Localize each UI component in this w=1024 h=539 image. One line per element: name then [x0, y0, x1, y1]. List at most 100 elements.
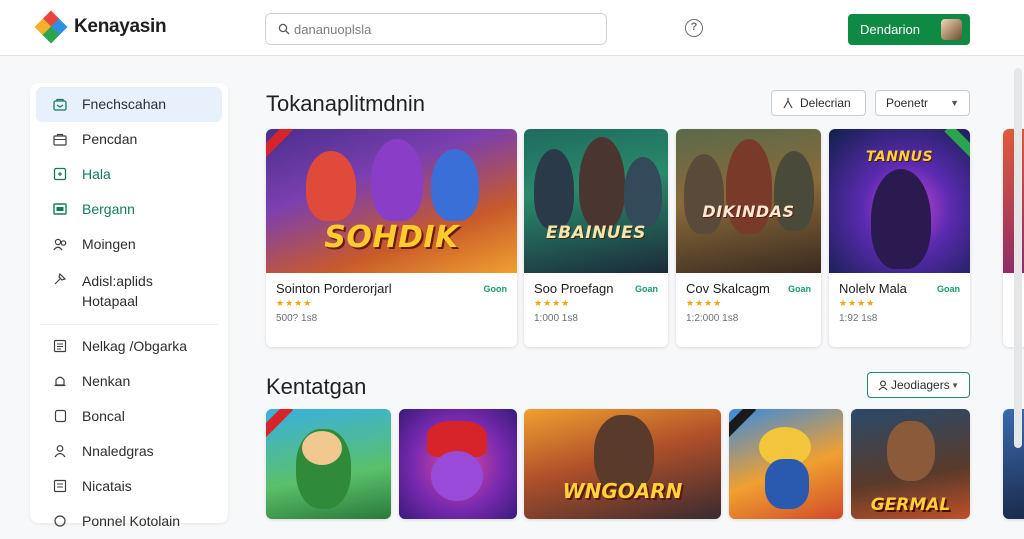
filter-button-label: Delecrian — [800, 96, 851, 110]
sidebar-item-3[interactable]: Bergann — [36, 192, 222, 227]
sidebar-item-2[interactable]: Hala — [36, 157, 222, 192]
character-art — [431, 451, 483, 501]
sidebar-item-10[interactable]: Nicatais — [36, 469, 222, 504]
section-title-featured: Kentatgan — [266, 374, 367, 399]
download-button[interactable]: Dendarion — [848, 14, 970, 45]
person-icon — [52, 443, 68, 459]
sidebar-item-label: Nelkag /Obgarka — [82, 338, 188, 354]
sidebar-item-label: Pencdan — [82, 131, 138, 147]
sidebar-item-4[interactable]: Moingen — [36, 227, 222, 262]
sidebar-item-11[interactable]: Ponnel Kotolain — [36, 504, 222, 539]
sidebar: Fnechscahan Pencdan Hala Bergann Moingen… — [30, 83, 228, 529]
art-title: DIKINDAS — [702, 202, 795, 221]
app-name: Cov Skalcagm — [686, 281, 770, 296]
sidebar-item-5[interactable]: Adisl:aplids Hotapaal — [36, 262, 222, 320]
app-artwork: SOHDIK — [266, 129, 517, 273]
sidebar-item-label: Nnaledgras — [82, 443, 154, 459]
status-badge: Goan — [787, 283, 811, 294]
rating-stars: ★★★★ — [534, 298, 571, 308]
art-title: GERMAL — [870, 495, 951, 515]
store-icon — [52, 96, 68, 112]
app-card[interactable]: TANNUS Nolelv Mala Goan ★★★★ 1:92 1s8 — [829, 129, 970, 347]
app-name: Kenayasin — [74, 16, 167, 37]
rating-stars: ★★★★ — [686, 298, 723, 308]
art-title: TANNUS — [865, 149, 934, 165]
sort-dropdown[interactable]: Poenetr ▼ — [875, 90, 970, 116]
sidebar-item-label: Moingen — [82, 236, 136, 252]
game-card[interactable] — [729, 409, 843, 519]
ribbon-badge — [266, 409, 294, 442]
app-artwork: TANNUS — [829, 129, 970, 273]
search-icon — [278, 23, 290, 35]
divider — [40, 324, 218, 325]
ribbon-badge — [266, 129, 294, 162]
character-art — [684, 154, 724, 234]
art-title: EBAINUES — [546, 223, 646, 243]
settings-icon — [52, 513, 68, 529]
sidebar-item-0[interactable]: Fnechscahan — [36, 87, 222, 122]
app-card[interactable]: EBAINUES Soo Proefagn Goan ★★★★ 1:000 1s… — [524, 129, 668, 347]
character-art — [302, 431, 342, 465]
scrollbar[interactable] — [1014, 68, 1022, 448]
download-button-label: Dendarion — [860, 22, 920, 37]
sidebar-item-6[interactable]: Nelkag /Obgarka — [36, 329, 222, 364]
sidebar-item-label: Nenkan — [82, 373, 131, 389]
character-art — [871, 169, 931, 269]
app-card[interactable]: SOHDIK Sointon Porderorjarl Goon ★★★★ 50… — [266, 129, 517, 347]
logo-icon — [34, 10, 68, 44]
status-badge: Goan — [936, 283, 960, 294]
sidebar-item-label: Fnechscahan — [82, 96, 167, 112]
download-count: 1:2:000 1s8 — [686, 313, 739, 324]
character-art — [624, 157, 662, 227]
ribbon-badge — [729, 409, 757, 442]
game-card[interactable]: WNGOARN — [524, 409, 721, 519]
character-art — [371, 139, 423, 221]
filter-button[interactable]: Delecrian — [771, 90, 866, 116]
filter-icon — [783, 98, 793, 109]
game-card[interactable] — [266, 409, 391, 519]
character-art — [579, 137, 625, 229]
rating-stars: ★★★★ — [839, 298, 876, 308]
sidebar-item-1[interactable]: Pencdan — [36, 122, 222, 157]
app-artwork: EBAINUES — [524, 129, 668, 273]
sidebar-item-label: Nicatais — [82, 478, 132, 494]
gamepad-icon — [52, 166, 68, 182]
avatar[interactable] — [941, 19, 962, 40]
game-card[interactable] — [399, 409, 517, 519]
sidebar-item-8[interactable]: Boncal — [36, 399, 222, 434]
download-count: 1:92 1s8 — [839, 313, 878, 324]
search-bar[interactable] — [265, 13, 607, 45]
sort-dropdown-label: Poenetr — [886, 96, 929, 110]
app-artwork: DIKINDAS — [676, 129, 821, 273]
app-name: Nolelv Mala — [839, 281, 907, 296]
list-icon — [52, 478, 68, 494]
question-icon[interactable]: ? — [685, 19, 703, 37]
app-card[interactable]: DIKINDAS Cov Skalcagm Goan ★★★★ 1:2:000 … — [676, 129, 821, 347]
people-icon — [52, 236, 68, 252]
section-title-top-apps: Tokanaplitmdnin — [266, 91, 425, 116]
sidebar-item-7[interactable]: Nenkan — [36, 364, 222, 399]
tablet-icon — [52, 201, 68, 217]
character-art — [306, 151, 356, 221]
download-count: 500? 1s8 — [276, 313, 318, 324]
top-bar: Kenayasin ? Dendarion — [0, 0, 1024, 56]
category-dropdown-label: Jeodiagers — [891, 378, 950, 392]
search-input[interactable] — [294, 21, 594, 37]
category-dropdown[interactable]: Jeodiagers ▼ — [867, 372, 970, 398]
bell-icon — [52, 373, 68, 389]
sidebar-item-label: Bergann — [82, 201, 135, 217]
app-name: Soo Proefagn — [534, 281, 614, 296]
grid-icon — [52, 338, 68, 354]
bookmark-icon — [52, 408, 68, 424]
character-art — [534, 149, 574, 229]
tag-icon — [52, 271, 68, 287]
character-art — [765, 459, 809, 509]
art-title: WNGOARN — [562, 479, 683, 503]
sidebar-item-9[interactable]: Nnaledgras — [36, 434, 222, 469]
app-name: Sointon Porderorjarl — [276, 281, 392, 296]
app-logo[interactable]: Kenayasin — [34, 10, 167, 44]
sidebar-item-label: Boncal — [82, 408, 125, 424]
game-card[interactable]: GERMAL — [851, 409, 970, 519]
character-art — [887, 421, 935, 481]
status-badge: Goan — [634, 283, 658, 294]
